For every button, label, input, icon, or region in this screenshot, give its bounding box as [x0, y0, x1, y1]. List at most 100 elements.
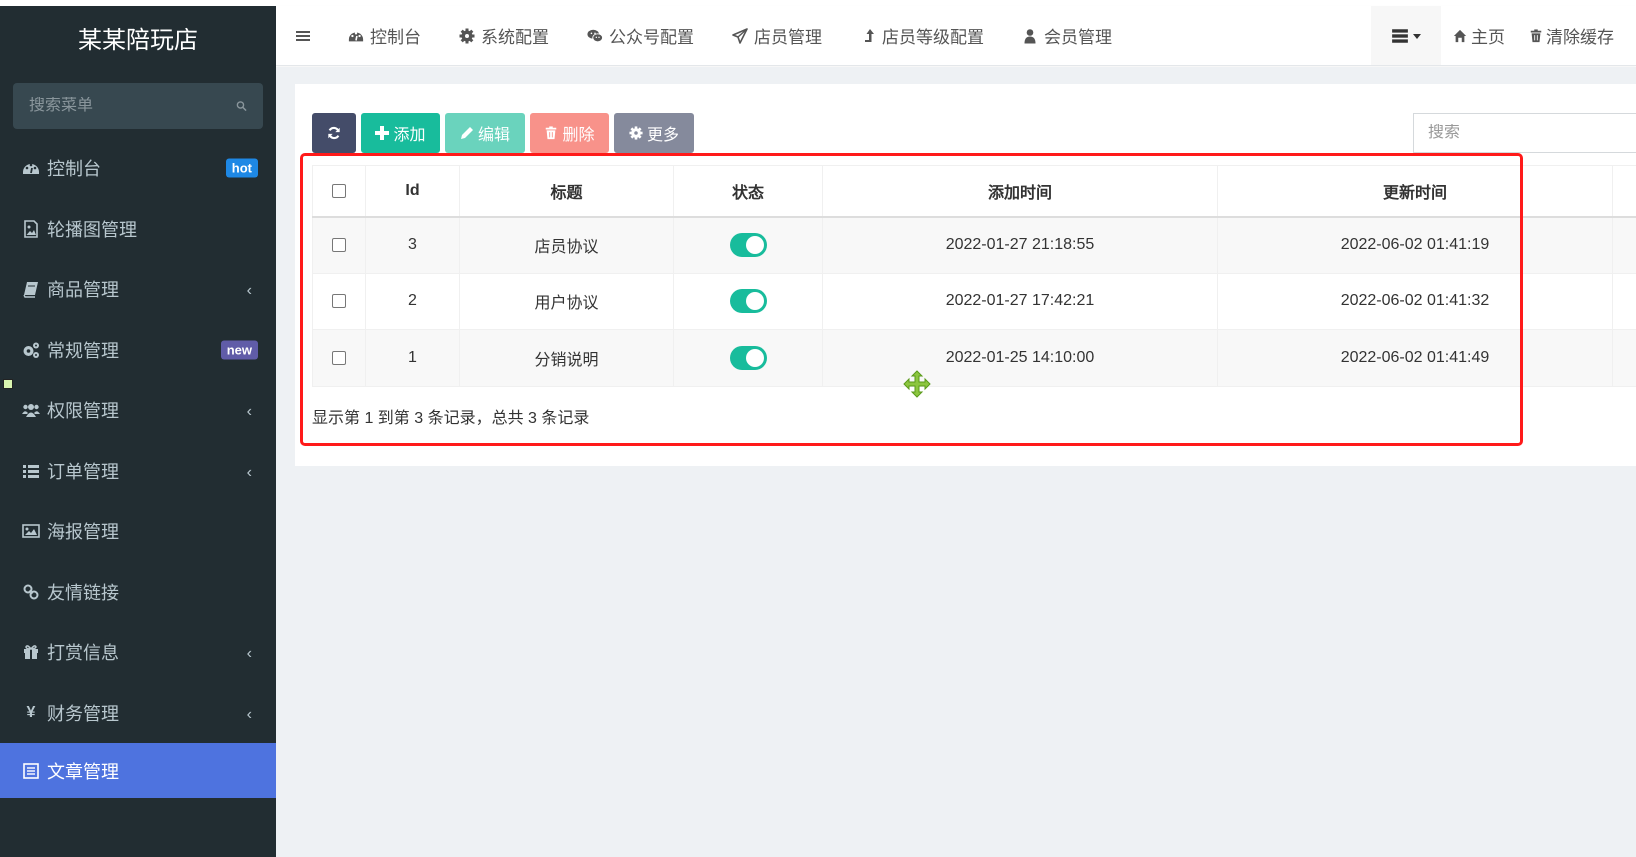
table-toolbar: 添加 编辑 删除 更多 [312, 113, 694, 153]
app-logo[interactable]: 某某陪玩店 [0, 6, 276, 68]
cell-updated: 2022-06-02 01:41:32 [1217, 272, 1613, 330]
cell-id: 3 [365, 216, 460, 274]
picture-icon [22, 522, 40, 540]
table-row[interactable]: 2 用户协议 2022-01-27 17:42:21 2022-06-02 01… [312, 272, 1636, 330]
wechat-icon [587, 29, 603, 42]
status-toggle[interactable] [729, 233, 767, 257]
pencil-icon [460, 127, 473, 139]
status-toggle[interactable] [729, 345, 767, 370]
hot-badge: hot [225, 158, 258, 178]
sidebar-item-finance[interactable]: ¥ 财务管理 ‹ [0, 683, 276, 744]
sidebar-item-dashboard[interactable]: 控制台 hot [0, 138, 276, 199]
cell-id: 1 [365, 329, 460, 387]
home-link[interactable]: 主页 [1441, 6, 1517, 65]
column-header-overflow [1612, 165, 1636, 218]
delete-button[interactable]: 删除 [530, 113, 609, 153]
link-icon [22, 583, 40, 601]
book-icon [22, 280, 40, 298]
column-header-status[interactable]: 状态 [673, 165, 823, 218]
home-label: 主页 [1471, 28, 1505, 47]
dashboard-icon [348, 31, 364, 41]
tab-wechat-config[interactable]: 公众号配置 [568, 6, 713, 65]
sidebar-item-label: 友情链接 [47, 582, 119, 603]
delete-label: 删除 [562, 127, 595, 144]
column-header-updated[interactable]: 更新时间 [1217, 165, 1613, 218]
clear-cache-button[interactable]: 清除缓存 [1517, 6, 1636, 65]
sidebar-item-general[interactable]: 常规管理 new [0, 320, 276, 381]
sidebar-menu: 控制台 hot 轮播图管理 商品管理 ‹ 常规管理 new 权限管理 ‹ 订单管… [0, 138, 276, 798]
row-select-cell [312, 272, 366, 330]
row-select-cell [312, 216, 366, 274]
table-row[interactable]: 1 分销说明 2022-01-25 14:10:00 2022-06-02 01… [312, 329, 1636, 387]
cell-created: 2022-01-27 17:42:21 [822, 272, 1218, 330]
row-checkbox[interactable] [332, 237, 346, 252]
clear-cache-label: 清除缓存 [1546, 28, 1614, 47]
sidebar-item-links[interactable]: 友情链接 [0, 562, 276, 623]
cell-created: 2022-01-27 21:18:55 [822, 216, 1218, 274]
status-toggle[interactable] [729, 289, 767, 314]
gift-icon [22, 643, 40, 661]
column-header-created[interactable]: 添加时间 [822, 165, 1218, 218]
sidebar-item-posters[interactable]: 海报管理 [0, 501, 276, 562]
tabs-dropdown-button[interactable] [1371, 6, 1441, 65]
trash-icon [546, 126, 557, 140]
cell-created: 2022-01-25 14:10:00 [822, 329, 1218, 387]
sidebar-item-carousel[interactable]: 轮播图管理 [0, 199, 276, 260]
cell-title: 店员协议 [459, 216, 674, 274]
caret-down-icon [1413, 33, 1421, 39]
sidebar-search-input[interactable] [29, 97, 236, 115]
row-checkbox[interactable] [332, 350, 346, 365]
cell-overflow [1612, 329, 1636, 387]
tab-member-management[interactable]: 会员管理 [1003, 6, 1131, 65]
pagination-info: 显示第 1 到第 3 条记录，总共 3 条记录 [312, 410, 590, 427]
sidebar-item-permissions[interactable]: 权限管理 ‹ [0, 380, 276, 441]
row-checkbox[interactable] [332, 294, 346, 309]
tab-label: 公众号配置 [609, 28, 694, 47]
search-icon[interactable] [236, 98, 247, 114]
sidebar-item-rewards[interactable]: 打赏信息 ‹ [0, 622, 276, 683]
edit-button[interactable]: 编辑 [445, 113, 525, 153]
list-icon [1392, 28, 1408, 43]
refresh-button[interactable] [312, 113, 356, 153]
column-header-id[interactable]: Id [365, 165, 460, 218]
table-row[interactable]: 3 店员协议 2022-01-27 21:18:55 2022-06-02 01… [312, 216, 1636, 274]
select-all-checkbox[interactable] [332, 183, 346, 198]
main-content: 添加 编辑 删除 更多 搜索 Id 标题 状态 添加时间 更新时间 3 店员协议… [276, 67, 1636, 857]
more-label: 更多 [646, 127, 679, 144]
user-icon [1024, 28, 1036, 43]
sidebar-item-label: 文章管理 [47, 761, 119, 782]
file-image-icon [22, 219, 40, 238]
refresh-icon [328, 126, 340, 140]
add-button[interactable]: 添加 [361, 113, 440, 153]
sidebar-toggle-button[interactable] [276, 6, 329, 65]
cell-overflow [1612, 272, 1636, 330]
cursor-marker [3, 379, 13, 389]
cell-id: 2 [365, 272, 460, 330]
sidebar-item-label: 常规管理 [47, 340, 119, 361]
sidebar-item-orders[interactable]: 订单管理 ‹ [0, 441, 276, 502]
sidebar-item-label: 权限管理 [47, 401, 119, 422]
chevron-left-icon: ‹ [246, 403, 252, 421]
cell-title: 用户协议 [459, 272, 674, 330]
column-header-title[interactable]: 标题 [459, 165, 674, 218]
sidebar-item-label: 订单管理 [47, 461, 119, 482]
sidebar-item-label: 打赏信息 [47, 643, 119, 664]
sidebar-item-goods[interactable]: 商品管理 ‹ [0, 259, 276, 320]
table-header-row: Id 标题 状态 添加时间 更新时间 [312, 165, 1636, 218]
top-navbar: 控制台 系统配置 公众号配置 店员管理 店员等级配置 会员管理 主页 清除缓存 [276, 6, 1636, 66]
more-button[interactable]: 更多 [614, 113, 694, 153]
gear-icon [629, 126, 643, 140]
edit-label: 编辑 [477, 127, 510, 144]
sidebar-item-articles[interactable]: 文章管理 [0, 743, 276, 798]
tab-staff-level-config[interactable]: 店员等级配置 [841, 6, 1003, 65]
tab-system-config[interactable]: 系统配置 [440, 6, 568, 65]
tab-label: 店员等级配置 [882, 28, 984, 47]
list-icon [22, 462, 40, 480]
tab-dashboard[interactable]: 控制台 [329, 6, 440, 65]
tab-label: 控制台 [370, 28, 421, 47]
sidebar-item-label: 海报管理 [47, 522, 119, 543]
chevron-left-icon: ‹ [246, 282, 252, 300]
newspaper-icon [22, 762, 40, 780]
tab-staff-management[interactable]: 店员管理 [713, 6, 841, 65]
table-search-input[interactable] [1428, 124, 1636, 142]
